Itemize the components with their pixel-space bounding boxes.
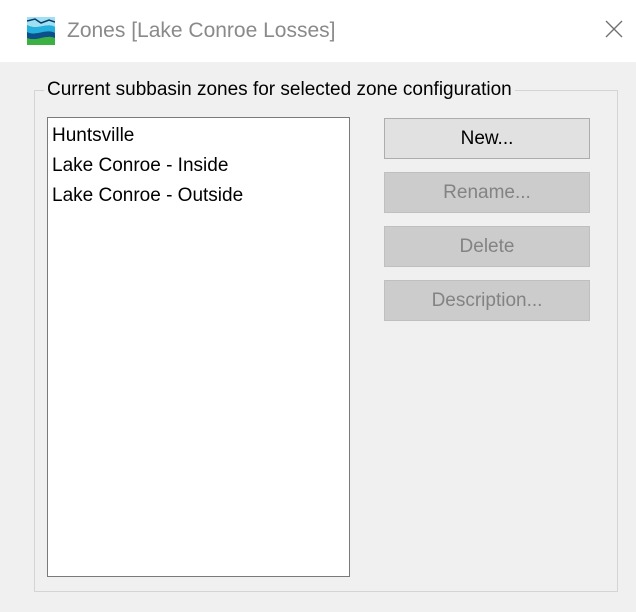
delete-button[interactable]: Delete — [384, 226, 590, 267]
close-button[interactable] — [592, 0, 636, 62]
close-icon — [605, 20, 623, 43]
group-box-label: Current subbasin zones for selected zone… — [44, 78, 515, 102]
list-item[interactable]: Lake Conroe - Outside — [52, 181, 345, 211]
title-bar[interactable]: Zones [Lake Conroe Losses] — [0, 0, 636, 62]
list-item[interactable]: Huntsville — [52, 121, 345, 151]
hec-hms-icon — [26, 17, 56, 45]
window-title: Zones [Lake Conroe Losses] — [67, 19, 336, 42]
new-button[interactable]: New... — [384, 118, 590, 159]
list-item[interactable]: Lake Conroe - Inside — [52, 151, 345, 181]
zones-dialog: Zones [Lake Conroe Losses] Current subba… — [0, 0, 636, 612]
description-button[interactable]: Description... — [384, 280, 590, 321]
rename-button[interactable]: Rename... — [384, 172, 590, 213]
zones-list[interactable]: Huntsville Lake Conroe - Inside Lake Con… — [47, 117, 350, 577]
